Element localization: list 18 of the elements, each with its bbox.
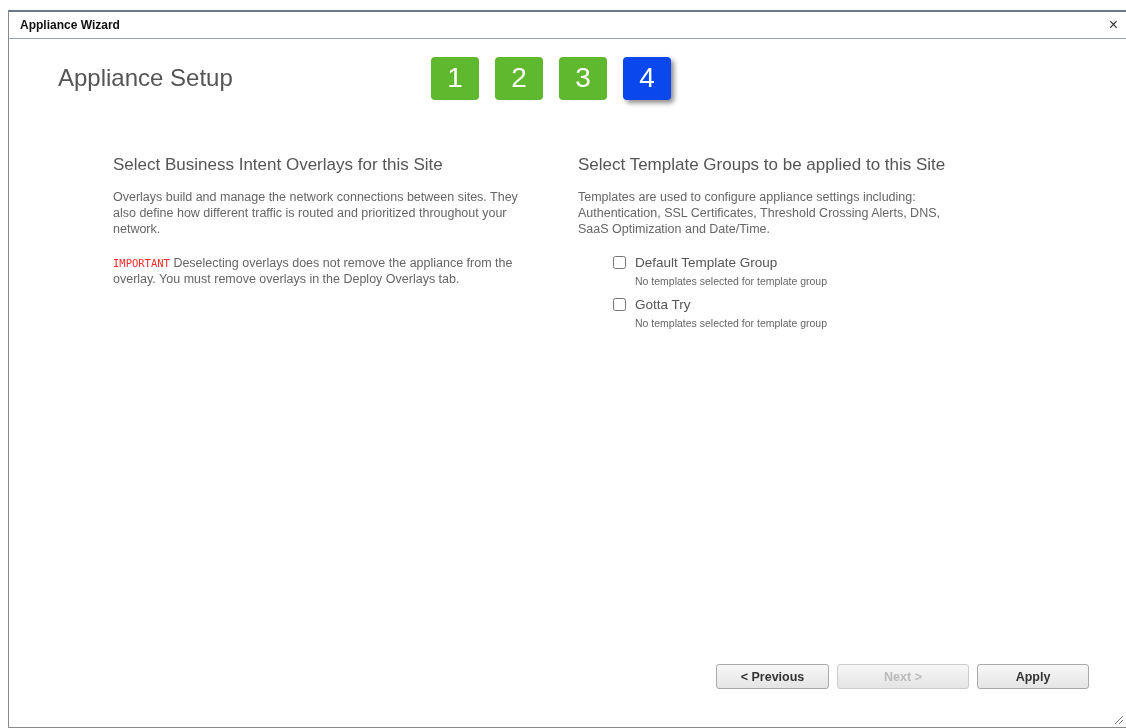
template-group-label: Default Template Group [635,254,778,270]
template-note: No templates selected for template group [635,317,829,329]
template-note: No templates selected for template group [635,275,829,287]
template-checkbox[interactable] [613,297,626,311]
window-title: Appliance Wizard [20,18,120,32]
page-title: Appliance Setup [58,64,234,92]
description-text: Overlays build and manage the network connections between sites. They also define how different traffic is routed and prioritized throughout your network. [113,189,519,237]
template-group-label: Gotta Try [635,296,691,312]
section-heading: Select Template Groups to be applied to this Site [578,155,947,175]
wizard-button[interactable]: Apply [977,664,1089,689]
description-text: Templates are used to configure appliance settings including: Authentication, SSL Certificates, Threshold Crossing Alerts, DNS, SaaS Optimization and Date/Time. [578,189,941,237]
section-heading: Select Business Intent Overlays for this Site [113,155,444,175]
template-checkbox[interactable] [613,255,626,269]
important-note: IMPORTANT Deselecting overlays does not remove the appliance from the overlay. You must remove overlays in the Deploy Overlays tab. [113,255,514,287]
wizard-button[interactable]: < Previous [716,664,829,689]
step-indicator[interactable]: 4 [623,56,671,100]
close-button[interactable]: × [1106,17,1120,33]
resize-grip-icon[interactable] [1114,715,1124,725]
